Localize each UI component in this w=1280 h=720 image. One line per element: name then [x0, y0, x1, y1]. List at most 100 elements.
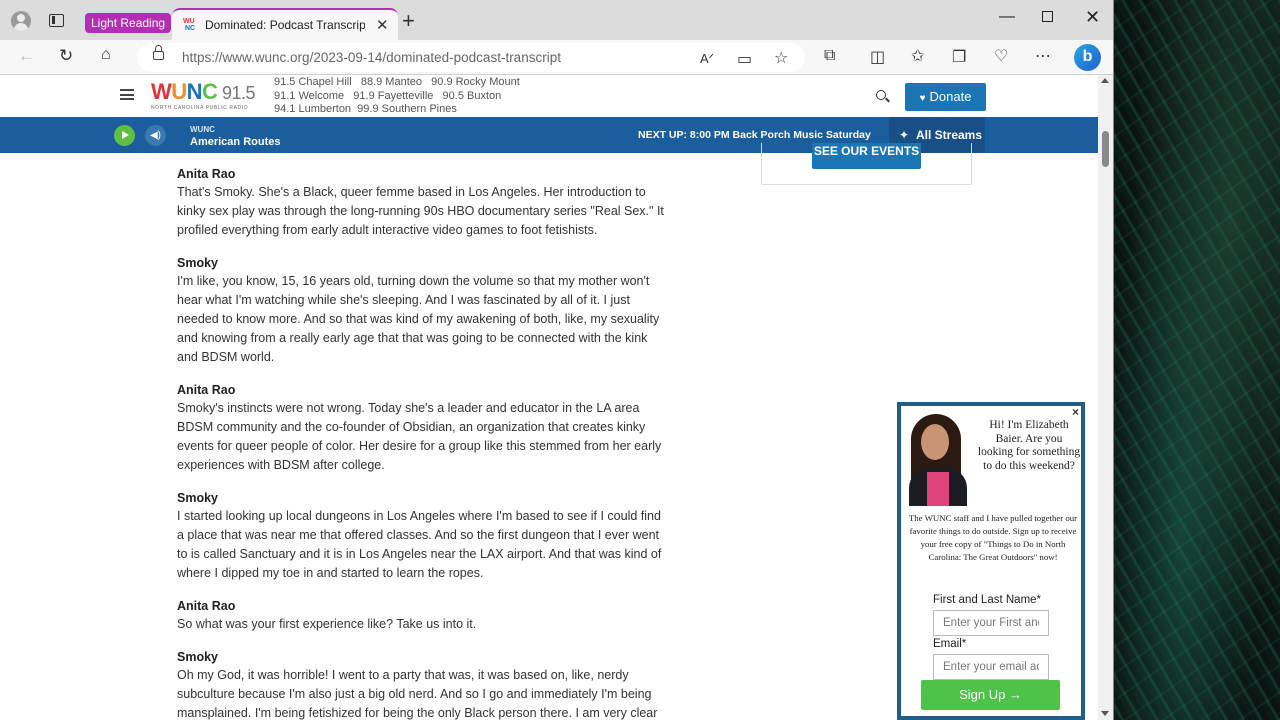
- next-up-text: NEXT UP: 8:00 PM Back Porch Music Saturd…: [638, 129, 871, 141]
- heart-icon: ♥: [919, 93, 926, 104]
- speaker-name: Anita Rao: [177, 599, 236, 613]
- favicon-text-top: WU: [183, 18, 195, 25]
- extensions-icon[interactable]: ⧉: [824, 47, 835, 65]
- new-tab-icon[interactable]: +: [402, 8, 415, 34]
- speaker-name: Anita Rao: [177, 167, 236, 181]
- email-field[interactable]: [933, 654, 1049, 680]
- address-bar: ← ↻ ⌂ https://www.wunc.org/2023-09-14/do…: [0, 40, 1113, 75]
- tab-active[interactable]: WU NC Dominated: Podcast Transcript | W …: [172, 8, 398, 40]
- lock-icon[interactable]: [153, 45, 164, 60]
- transcript-entry: Anita Rao Smoky's instincts were not wron…: [177, 381, 677, 475]
- transcript-line: needed to know more. And so that was kin…: [177, 312, 660, 326]
- transcript-entry: Anita Rao That's Smoky. She's a Black, qu…: [177, 165, 677, 240]
- sign-up-button[interactable]: Sign Up →: [921, 680, 1060, 710]
- speaker-name: Smoky: [177, 650, 218, 664]
- freq-line: 91.5 Chapel Hill 88.9 Manteo 90.9 Rocky …: [274, 76, 520, 88]
- donate-button[interactable]: ♥ Donate: [905, 83, 986, 111]
- tab-actions-icon[interactable]: [49, 14, 64, 27]
- desktop-wallpaper: [1114, 0, 1280, 720]
- wunc-logo[interactable]: WUNC 91.5 NORTH CAROLINA PUBLIC RADIO: [151, 80, 259, 114]
- play-icon[interactable]: [114, 125, 135, 146]
- events-card: SEE OUR EVENTS: [761, 143, 972, 185]
- player-show: American Routes: [190, 136, 281, 148]
- split-screen-icon[interactable]: ◫: [870, 47, 885, 67]
- see-our-events-button[interactable]: SEE OUR EVENTS: [812, 143, 921, 169]
- wunc-favicon-icon: WU NC: [181, 17, 197, 33]
- name-field[interactable]: [933, 610, 1049, 636]
- scroll-down-icon[interactable]: [1101, 711, 1109, 716]
- favorite-star-icon[interactable]: ☆: [774, 48, 788, 68]
- donate-label: Donate: [929, 89, 972, 104]
- email-label: Email*: [933, 638, 967, 650]
- transcript-line: I'm like, you know, 15, 16 years old, tu…: [177, 274, 650, 288]
- popup-greeting: Hi! I'm Elizabeth Baier. Are you looking…: [977, 419, 1081, 472]
- scroll-thumb[interactable]: [1102, 131, 1109, 167]
- station-frequencies: 91.5 Chapel Hill 88.9 Manteo 90.9 Rocky …: [274, 76, 520, 117]
- minimize-icon[interactable]: —: [999, 8, 1015, 26]
- url-path: /2023-09-14/dominated-podcast-transcript: [309, 50, 561, 65]
- transcript-line: where I dipped my toe in and started to …: [177, 566, 484, 580]
- transcript-line: subculture because I'm also just a big o…: [177, 687, 652, 701]
- maximize-icon[interactable]: [1042, 11, 1053, 22]
- name-label: First and Last Name*: [933, 594, 1042, 606]
- tab-close-icon[interactable]: ✕: [376, 16, 389, 34]
- freq-line: 91.1 Welcome 91.9 Fayetteville 90.5 Buxt…: [274, 89, 502, 102]
- speaker-name: Anita Rao: [177, 383, 236, 397]
- close-window-icon[interactable]: ✕: [1085, 7, 1100, 28]
- page-viewport: WUNC 91.5 NORTH CAROLINA PUBLIC RADIO 91…: [0, 75, 1098, 720]
- page-scrollbar[interactable]: [1098, 75, 1113, 720]
- host-photo: [903, 410, 973, 506]
- menu-hamburger-icon[interactable]: [120, 89, 134, 100]
- transcript-line: Smoky's instincts were not wrong. Today …: [177, 401, 640, 415]
- search-icon[interactable]: [876, 90, 886, 100]
- transcript-entry: Smoky Oh my God, it was horrible! I went …: [177, 648, 677, 720]
- scroll-up-icon[interactable]: [1101, 78, 1109, 83]
- tab-bar: Light Reading WU NC Dominated: Podcast T…: [0, 0, 1113, 40]
- url-input[interactable]: https://www.wunc.org/2023-09-14/dominate…: [137, 43, 805, 72]
- site-header: WUNC 91.5 NORTH CAROLINA PUBLIC RADIO 91…: [0, 75, 1098, 117]
- home-icon[interactable]: ⌂: [101, 46, 111, 64]
- transcript-line: mansplained. I'm being fetishized for be…: [177, 706, 658, 720]
- read-aloud-icon[interactable]: Aᐟ: [700, 51, 714, 67]
- tab-group-label[interactable]: Light Reading: [85, 13, 172, 33]
- collections-icon[interactable]: ❐: [952, 47, 966, 67]
- transcript-entry: Smoky I started looking up local dungeons…: [177, 489, 677, 583]
- transcript-entry: Smoky I'm like, you know, 15, 16 years ol…: [177, 254, 677, 367]
- transcript-line: That's Smoky. She's a Black, queer femme…: [177, 185, 646, 199]
- favorites-icon[interactable]: ✩: [911, 46, 924, 66]
- logo-letters: WUNC: [151, 79, 218, 104]
- popup-body: The WUNC staff and I have pulled togethe…: [908, 513, 1078, 562]
- transcript-line: experiences with BDSM after college.: [177, 458, 385, 472]
- speaker-name: Smoky: [177, 256, 218, 270]
- transcript-line: and BDSM world.: [177, 350, 275, 364]
- transcript-line: Oh my God, it was horrible! I went to a …: [177, 668, 629, 682]
- tab-title: Dominated: Podcast Transcript | W: [205, 18, 365, 32]
- signup-popup: × Hi! I'm Elizabeth Baier. Are you looki…: [897, 402, 1085, 720]
- more-menu-icon[interactable]: ⋯: [1035, 46, 1051, 66]
- profile-icon[interactable]: [11, 11, 31, 31]
- transcript-line: profiled everything from early adult int…: [177, 223, 598, 237]
- logo-main: WUNC 91.5: [151, 79, 255, 104]
- player-station: WUNC: [190, 125, 215, 134]
- popup-close-icon[interactable]: ×: [1072, 406, 1079, 419]
- bing-copilot-icon[interactable]: b: [1074, 44, 1101, 71]
- transcript-line: kinky sex play was through the long-runn…: [177, 204, 664, 218]
- transcript-line: events for queer people of color. Her de…: [177, 439, 662, 453]
- url-domain: https://www.wunc.org: [182, 50, 310, 65]
- immersive-reader-icon[interactable]: ▭: [737, 49, 752, 69]
- transcript-line: to is called Sanctuary and it is in Los …: [177, 547, 662, 561]
- transcript: Anita Rao That's Smoky. She's a Black, qu…: [177, 165, 677, 720]
- browser-essentials-icon[interactable]: ♡: [994, 46, 1008, 66]
- transcript-line: a place that was near me that offered cl…: [177, 528, 660, 542]
- transcript-entry: Anita Rao So what was your first experien…: [177, 597, 677, 634]
- url-text: https://www.wunc.org/2023-09-14/dominate…: [182, 50, 561, 65]
- freq-line: 94.1 Lumberton 99.9 Southern Pines: [274, 103, 457, 115]
- transcript-line: So what was your first experience like? …: [177, 617, 477, 631]
- refresh-icon[interactable]: ↻: [59, 46, 73, 66]
- transcript-line: I started looking up local dungeons in L…: [177, 509, 661, 523]
- volume-icon[interactable]: ◀): [145, 125, 166, 146]
- transcript-line: BDSM community and the co-founder of Obs…: [177, 420, 646, 434]
- favicon-text-bottom: NC: [185, 25, 196, 32]
- back-icon[interactable]: ←: [18, 46, 35, 66]
- speaker-name: Smoky: [177, 491, 218, 505]
